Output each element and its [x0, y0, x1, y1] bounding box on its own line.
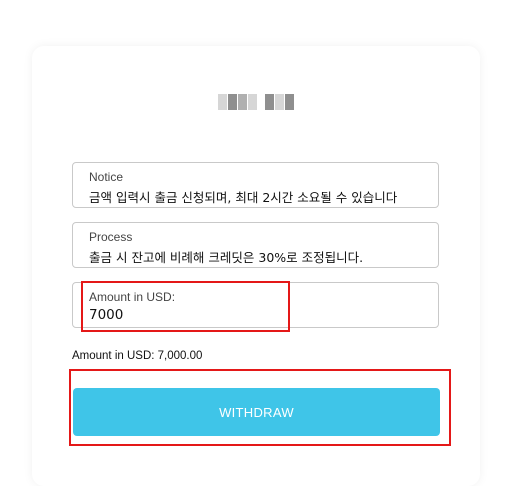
notice-label: Notice — [89, 170, 124, 184]
withdraw-button[interactable]: WITHDRAW — [73, 388, 440, 436]
logo-pixelated — [218, 94, 298, 110]
amount-input[interactable]: Amount in USD: 7000 — [72, 282, 439, 328]
process-field: Process 출금 시 잔고에 비례해 크레딧은 30%로 조정됩니다. — [72, 222, 439, 268]
amount-value[interactable]: 7000 — [89, 307, 427, 323]
notice-text: 금액 입력시 출금 신청되며, 최대 2시간 소요될 수 있습니다 — [89, 190, 398, 205]
notice-field: Notice 금액 입력시 출금 신청되며, 최대 2시간 소요될 수 있습니다 — [72, 162, 439, 208]
process-label: Process — [89, 230, 133, 244]
amount-summary: Amount in USD: 7,000.00 — [72, 350, 203, 362]
process-text: 출금 시 잔고에 비례해 크레딧은 30%로 조정됩니다. — [89, 250, 364, 265]
amount-label: Amount in USD: — [89, 290, 176, 304]
